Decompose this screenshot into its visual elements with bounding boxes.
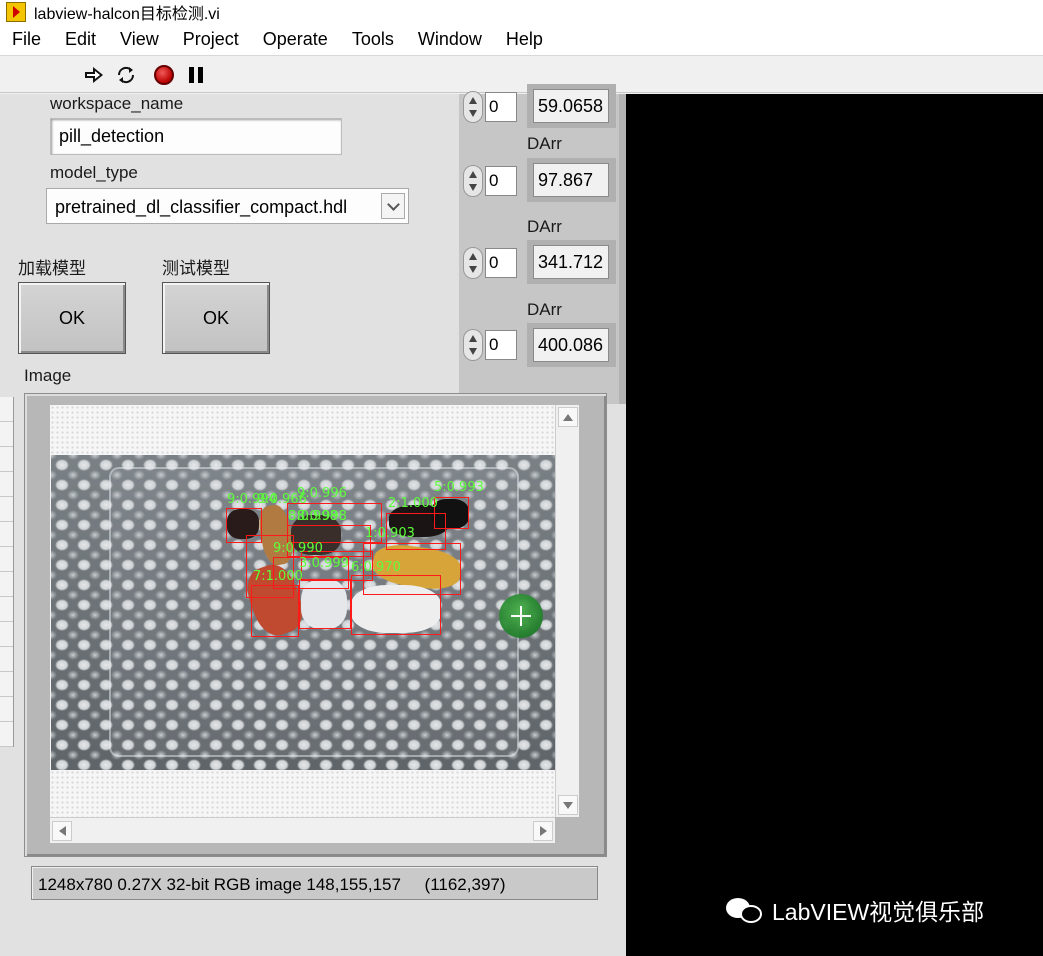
model-type-value: pretrained_dl_classifier_compact.hdl bbox=[55, 197, 348, 217]
roi-tool-icon[interactable] bbox=[0, 672, 13, 697]
load-model-label: 加载模型 bbox=[18, 259, 86, 278]
array-indicators-panel: 0 59.0658 DArr 0 97.867 DArr 0 341.712 D… bbox=[459, 84, 619, 404]
window-title: labview-halcon目标检测.vi bbox=[34, 6, 220, 23]
menu-file[interactable]: File bbox=[0, 29, 53, 50]
scroll-left-icon[interactable] bbox=[52, 821, 72, 841]
workspace-name-label: workspace_name bbox=[50, 94, 184, 113]
array-index-control[interactable]: 0 bbox=[463, 90, 519, 124]
run-arrow-icon[interactable] bbox=[82, 64, 106, 86]
array-element-value: 400.086 bbox=[533, 328, 609, 362]
toolbar bbox=[0, 57, 1043, 93]
detection-box bbox=[251, 585, 299, 637]
pill-image[interactable]: 9:0.994 9:0.966 9:0.996 8:0.998 8:0.998 … bbox=[51, 455, 555, 770]
pause-icon[interactable] bbox=[184, 64, 208, 86]
detection-label: 1:0.903 bbox=[365, 526, 415, 541]
test-model-label: 测试模型 bbox=[162, 259, 230, 278]
spin-arrows-icon[interactable] bbox=[463, 165, 483, 197]
selection-tool-icon[interactable] bbox=[0, 697, 13, 722]
image-horizontal-scrollbar[interactable] bbox=[50, 817, 555, 843]
menu-operate[interactable]: Operate bbox=[251, 29, 340, 50]
array-element-value: 59.0658 bbox=[533, 89, 609, 123]
menu-bar: File Edit View Project Operate Tools Win… bbox=[0, 24, 1043, 56]
detection-label: 3:0.999 bbox=[299, 556, 349, 571]
image-label: Image bbox=[24, 366, 72, 385]
detection-box bbox=[299, 579, 351, 629]
abort-icon[interactable] bbox=[152, 64, 176, 86]
detection-box bbox=[351, 575, 441, 635]
menu-edit[interactable]: Edit bbox=[53, 29, 108, 50]
detection-label: 7:1.000 bbox=[253, 569, 303, 584]
rectangle-tool-icon[interactable] bbox=[0, 497, 13, 522]
title-bar: labview-halcon目标检测.vi bbox=[0, 0, 1043, 24]
menu-help[interactable]: Help bbox=[494, 29, 555, 50]
array-index-value[interactable]: 0 bbox=[485, 92, 517, 122]
model-type-label: model_type bbox=[50, 163, 138, 182]
oval-tool-icon[interactable] bbox=[0, 547, 13, 572]
array-label: DArr bbox=[527, 300, 562, 319]
run-continuously-icon[interactable] bbox=[114, 64, 138, 86]
line-tool-icon[interactable] bbox=[0, 472, 13, 497]
detection-label: 9:0.996 bbox=[297, 486, 347, 501]
array-element: 59.0658 bbox=[527, 84, 616, 128]
array-index-control[interactable]: 0 bbox=[463, 328, 519, 362]
image-vertical-scrollbar[interactable] bbox=[555, 405, 579, 817]
wechat-icon bbox=[726, 896, 764, 924]
detection-label: 5:0.993 bbox=[434, 480, 484, 495]
detection-label: 6:0.970 bbox=[351, 560, 401, 575]
spin-arrows-icon[interactable] bbox=[463, 247, 483, 279]
load-model-button[interactable]: OK bbox=[18, 282, 126, 354]
polygon-tool-icon[interactable] bbox=[0, 572, 13, 597]
array-element: 97.867 bbox=[527, 158, 616, 202]
array-element-value: 97.867 bbox=[533, 163, 609, 197]
image-info-status: 1248x780 0.27X 32-bit RGB image 148,155,… bbox=[31, 866, 598, 900]
zoom-tool-icon[interactable] bbox=[0, 397, 13, 422]
detection-label: 8:0.998 bbox=[297, 509, 347, 524]
menu-window[interactable]: Window bbox=[406, 29, 494, 50]
menu-view[interactable]: View bbox=[108, 29, 171, 50]
spin-arrows-icon[interactable] bbox=[463, 91, 483, 123]
spin-arrows-icon[interactable] bbox=[463, 329, 483, 361]
empty-black-area bbox=[626, 94, 1043, 956]
labview-vi-icon bbox=[6, 2, 26, 22]
menu-project[interactable]: Project bbox=[171, 29, 251, 50]
array-element: 341.712 bbox=[527, 240, 616, 284]
crosshair-cursor-icon bbox=[499, 594, 543, 638]
watermark: LabVIEW视觉俱乐部 bbox=[726, 893, 984, 927]
chevron-down-icon[interactable] bbox=[381, 193, 405, 219]
array-index-value[interactable]: 0 bbox=[485, 248, 517, 278]
workspace-name-input[interactable]: pill_detection bbox=[50, 118, 342, 155]
array-scrollbar[interactable] bbox=[619, 94, 626, 404]
detection-label: 9:0.990 bbox=[273, 541, 323, 556]
model-type-select[interactable]: pretrained_dl_classifier_compact.hdl bbox=[46, 188, 409, 224]
array-index-control[interactable]: 0 bbox=[463, 164, 519, 198]
test-model-button[interactable]: OK bbox=[162, 282, 270, 354]
point-tool-icon[interactable] bbox=[0, 447, 13, 472]
scroll-right-icon[interactable] bbox=[533, 821, 553, 841]
arrow-tool-icon[interactable] bbox=[0, 647, 13, 672]
array-index-value[interactable]: 0 bbox=[485, 166, 517, 196]
array-label: DArr bbox=[527, 217, 562, 236]
array-element-value: 341.712 bbox=[533, 245, 609, 279]
menu-tools[interactable]: Tools bbox=[340, 29, 406, 50]
image-tool-palette bbox=[0, 397, 14, 747]
scroll-down-icon[interactable] bbox=[558, 795, 578, 815]
detection-label: 2:1.000 bbox=[388, 496, 438, 511]
broken-line-tool-icon[interactable] bbox=[0, 722, 13, 747]
scroll-up-icon[interactable] bbox=[558, 407, 578, 427]
pan-tool-icon[interactable] bbox=[0, 422, 13, 447]
array-element: 400.086 bbox=[527, 323, 616, 367]
array-index-value[interactable]: 0 bbox=[485, 330, 517, 360]
rotated-rect-tool-icon[interactable] bbox=[0, 522, 13, 547]
array-label: DArr bbox=[527, 134, 562, 153]
watermark-text: LabVIEW视觉俱乐部 bbox=[772, 899, 985, 925]
detection-box bbox=[434, 497, 469, 529]
freehand-tool-icon[interactable] bbox=[0, 597, 13, 622]
annulus-tool-icon[interactable] bbox=[0, 622, 13, 647]
array-index-control[interactable]: 0 bbox=[463, 246, 519, 280]
